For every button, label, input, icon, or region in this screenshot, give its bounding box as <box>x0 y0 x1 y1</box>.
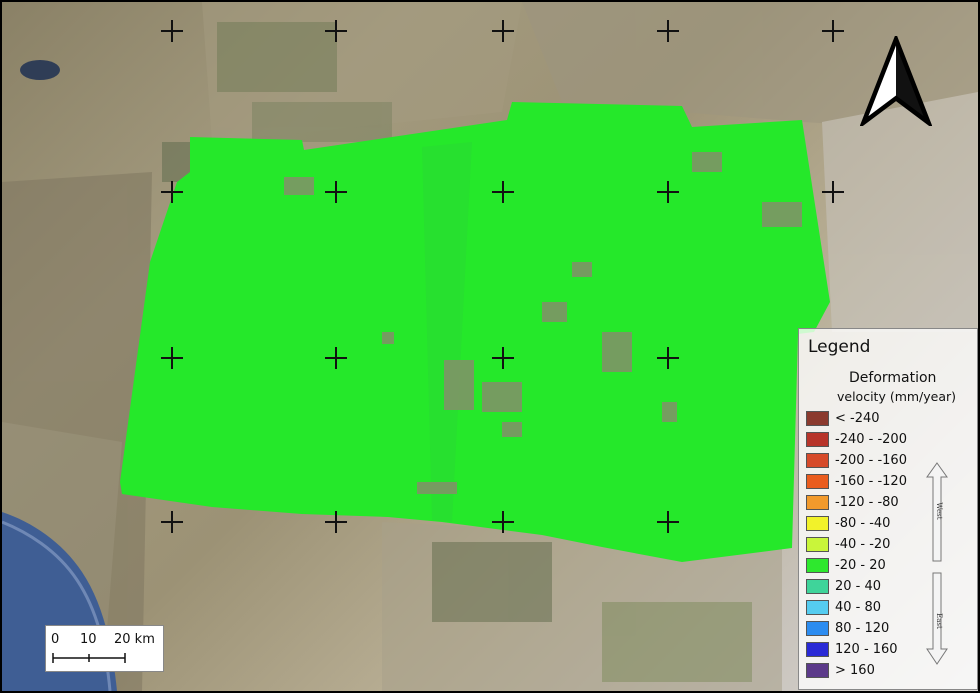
scale-label-20: 20 km <box>114 632 155 647</box>
map-view[interactable]: Legend Deformation velocity (mm/year) < … <box>2 2 978 691</box>
legend-label: -120 - -80 <box>835 494 899 510</box>
graticule-cross <box>161 347 183 369</box>
legend-swatch <box>806 557 829 573</box>
graticule-cross <box>657 511 679 533</box>
legend-swatch <box>806 515 829 531</box>
legend-item: -80 - -40 <box>806 514 890 532</box>
legend-item: -200 - -160 <box>806 451 907 469</box>
graticule-cross <box>161 181 183 203</box>
legend-swatch <box>806 578 829 594</box>
legend-swatch <box>806 620 829 636</box>
legend-label: 80 - 120 <box>835 620 890 636</box>
graticule-cross <box>657 347 679 369</box>
legend-item: -160 - -120 <box>806 472 907 490</box>
legend-item: -240 - -200 <box>806 430 907 448</box>
scale-bar: 0 10 20 km <box>45 625 164 672</box>
lake <box>20 60 60 80</box>
scale-line <box>52 653 126 663</box>
legend-label: -200 - -160 <box>835 452 907 468</box>
direction-label-east: East <box>935 613 943 629</box>
graticule-cross <box>657 20 679 42</box>
legend-panel: Legend Deformation velocity (mm/year) < … <box>798 328 978 690</box>
legend-swatch <box>806 410 829 426</box>
legend-swatch <box>806 494 829 510</box>
legend-swatch <box>806 599 829 615</box>
legend-swatch <box>806 536 829 552</box>
legend-item: 80 - 120 <box>806 619 889 637</box>
graticule-cross <box>822 20 844 42</box>
legend-swatch <box>806 641 829 657</box>
graticule-cross <box>492 181 514 203</box>
legend-swatch <box>806 473 829 489</box>
graticule-cross <box>161 511 183 533</box>
legend-swatch <box>806 452 829 468</box>
legend-item: 120 - 160 <box>806 640 898 658</box>
graticule-cross <box>492 20 514 42</box>
legend-label: 120 - 160 <box>835 641 898 657</box>
legend-label: -240 - -200 <box>835 431 907 447</box>
north-arrow-icon <box>860 36 932 126</box>
legend-item: -20 - 20 <box>806 556 886 574</box>
direction-arrows: West East <box>926 462 948 665</box>
legend-label: 40 - 80 <box>835 599 882 615</box>
legend-label: 20 - 40 <box>835 578 882 594</box>
legend-units: velocity (mm/year) <box>837 389 957 404</box>
graticule-cross <box>325 511 347 533</box>
legend-label: > 160 <box>835 662 875 678</box>
legend-item: 40 - 80 <box>806 598 881 616</box>
legend-label: -20 - 20 <box>835 557 886 573</box>
direction-label-west: West <box>935 502 943 519</box>
legend-item: > 160 <box>806 661 875 679</box>
legend-item: 20 - 40 <box>806 577 881 595</box>
deformation-raster <box>120 102 830 562</box>
east-arrow-icon: East <box>926 572 948 665</box>
legend-item: -40 - -20 <box>806 535 890 553</box>
legend-label: -160 - -120 <box>835 473 907 489</box>
graticule-cross <box>657 181 679 203</box>
legend-subtitle: Deformation <box>849 370 937 386</box>
graticule-cross <box>822 181 844 203</box>
graticule-cross <box>325 181 347 203</box>
legend-swatch <box>806 431 829 447</box>
west-arrow-icon: West <box>926 462 948 562</box>
legend-title: Legend <box>808 337 871 357</box>
scale-label-0: 0 <box>51 632 60 647</box>
legend-label: -40 - -20 <box>835 536 891 552</box>
graticule-cross <box>325 347 347 369</box>
legend-item: < -240 <box>806 409 880 427</box>
legend-item: -120 - -80 <box>806 493 899 511</box>
graticule-cross <box>492 511 514 533</box>
graticule-cross <box>325 20 347 42</box>
graticule-cross <box>492 347 514 369</box>
legend-swatch <box>806 662 829 678</box>
graticule-cross <box>161 20 183 42</box>
scale-label-10: 10 <box>80 632 97 647</box>
legend-label: < -240 <box>835 410 880 426</box>
legend-label: -80 - -40 <box>835 515 891 531</box>
